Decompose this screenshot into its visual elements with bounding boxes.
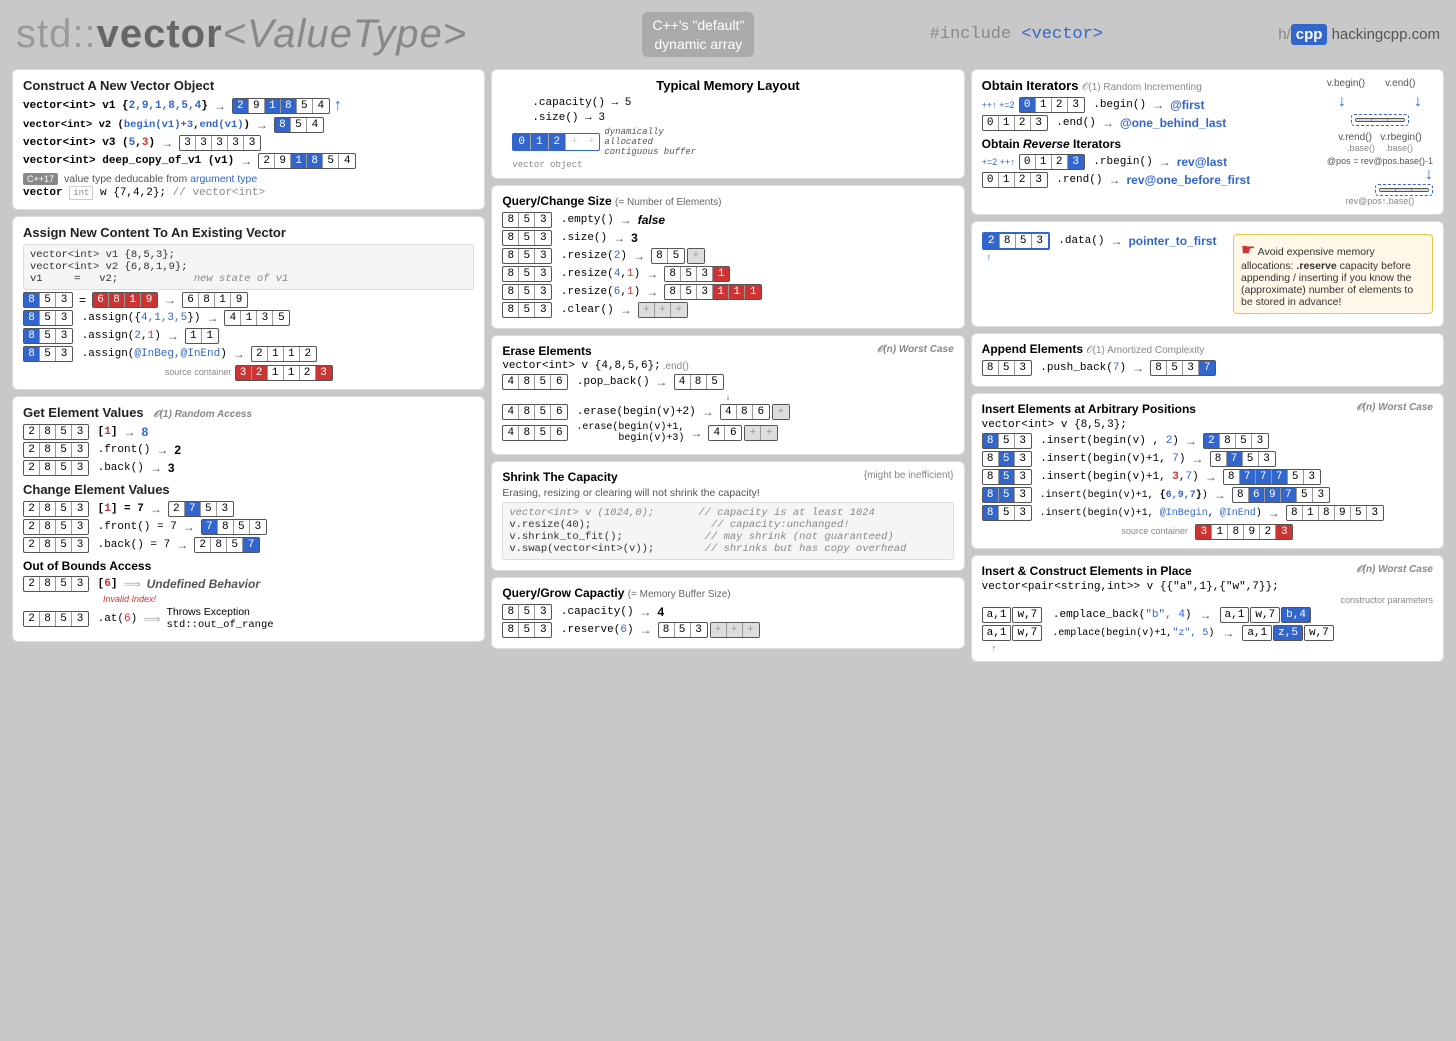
construct-title: Construct A New Vector Object [23,78,474,93]
dynamic-array-badge: C++'s "default" dynamic array [642,12,754,56]
assign-eq-row: 853 = 6819 → 6819 [23,292,474,308]
assign-count-row: 853 .assign(2,1) → 11 [23,328,474,344]
change-front-row: 2853 .front() = 7 → 7853 [23,519,474,535]
deduction-row: vector int w {7,4,2}; // vector<int> [23,187,474,199]
assign-panel: Assign New Content To An Existing Vector… [12,216,485,390]
emplace-back-row: a,1 w,7 .emplace_back("b", 4) → a,1 w,7 … [982,607,1433,623]
emplace-mid-row: a,1 w,7 .emplace(begin(v)+1,"z", 5) → a,… [982,625,1433,641]
insert-def: vector<int> v {8,5,3}; [982,419,1433,431]
header-title: std::vector<ValueType> [16,12,467,57]
insert-panel: Insert Elements at Arbitrary Positions 𝒪… [971,393,1444,549]
insert-iter-row: 853 .insert(begin(v)+1, @InBegin, @InEnd… [982,505,1433,521]
erase-vector-def: vector<int> v {4,8,5,6}; .end() [502,360,953,372]
warn-box: ☛ Avoid expensive memory allocations: .r… [1233,234,1433,314]
oob-index-row: 2853 [6] ⟹ Undefined Behavior [23,576,474,592]
change-index-row: 2853 [1] = 7 → 2753 [23,501,474,517]
assign-iter-row: 853 .assign(@InBeg,@InEnd) → 2112 [23,346,474,362]
get-panel: Get Element Values 𝒪(1) Random Access 28… [12,396,485,642]
include-text: #include <vector> [930,25,1103,44]
reserve-row: 853 .reserve(6) → 853 +++ [502,622,953,638]
get-title: Get Element Values 𝒪(1) Random Access [23,405,474,420]
iterators-panel: Obtain Iterators 𝒪(1) Random Incrementin… [971,69,1444,215]
shrink-panel: Shrink The Capacity {might be inefficien… [491,461,964,571]
v1-row: vector<int> v1 {2,9,1,8,5,4} → 291854 ↑ [23,97,474,115]
pushback-row: 853 .push_back(7) → 8537 [982,360,1433,376]
rend-row: 0123 .rend() → rev@one_before_first [982,172,1251,188]
insert-count-row: 853 .insert(begin(v)+1, 3,7) → 877753 [982,469,1433,485]
empty-row: 853 .empty() → false [502,212,953,228]
get-front-row: 2853 .front() → 2 [23,442,474,458]
resize2-row: 853 .resize(2) → 85 + [502,248,953,264]
resize61-row: 853 .resize(6,1) → 853111 [502,284,953,300]
append-panel: Append Elements 𝒪(1) Amortized Complexit… [971,333,1444,387]
shrink-code: vector<int> v (1024,0); // capacity is a… [502,502,953,560]
site-link: h/cpp hackingcpp.com [1278,26,1440,43]
get-back-row: 2853 .back() → 3 [23,460,474,476]
v2-row: vector<int> v2 (begin(v1)+3,end(v1)) → 8… [23,117,474,133]
assign-code: vector<int> v1 {8,5,3}; vector<int> v2 {… [23,244,474,290]
cpp17-row: C++17 value type deducable from argument… [23,173,474,185]
emplace-panel: Insert & Construct Elements in Place 𝒪(n… [971,555,1444,662]
size-row: 853 .size() → 3 [502,230,953,246]
erase-begin2-row: 4856 .erase(begin(v)+2) → 486 + [502,404,953,420]
insert-begin1-row: 853 .insert(begin(v)+1, 7) → 8753 [982,451,1433,467]
erase-range-row: 4856 .erase(begin(v)+1, begin(v)+3) → 46… [502,422,953,444]
header: std::vector<ValueType> C++'s "default" d… [8,8,1448,61]
resize41-row: 853 .resize(4,1) → 8531 [502,266,953,282]
construct-panel: Construct A New Vector Object vector<int… [12,69,485,210]
query-size-panel: Query/Change Size (= Number of Elements)… [491,185,964,329]
deepcopy-row: vector<int> deep_copy_of_v1 (v1) → 29185… [23,153,474,169]
capacity-row: 853 .capacity() → 4 [502,604,953,620]
popback-row: 4856 .pop_back() → 485 [502,374,953,390]
page: std::vector<ValueType> C++'s "default" d… [0,0,1456,1041]
memory-panel: Typical Memory Layout .capacity() → 5 .s… [491,69,964,179]
oob-at-row: 2853 .at(6) ⟹ Throws Exceptionstd::out_o… [23,606,474,631]
query-capacity-panel: Query/Grow Capactiy (= Memory Buffer Siz… [491,577,964,649]
insert-list-row: 853 .insert(begin(v)+1, {6,9,7}) → 86975… [982,487,1433,503]
get-index-row: 2853 [1] → 8 [23,424,474,440]
rbegin-row: +=2 ++↑ 0123 .rbegin() → rev@last [982,154,1251,170]
v3-row: vector<int> v3 (5,3) → 33333 [23,135,474,151]
end-row: 0123 .end() → @one_behind_last [982,115,1251,131]
data-row: 2853 .data() → pointer_to_first [982,232,1217,250]
insert-begin-row: 853 .insert(begin(v) , 2) → 2853 [982,433,1433,449]
assign-list-row: 853 .assign({4,1,3,5}) → 4135 [23,310,474,326]
change-title: Change Element Values [23,482,474,497]
clear-row: 853 .clear() → +++ [502,302,953,318]
emplace-def: vector<pair<string,int>> v {{"a",1},{"w"… [982,581,1433,593]
data-panel: 2853 .data() → pointer_to_first ↑ ☛ Avoi… [971,221,1444,327]
change-back-row: 2853 .back() = 7 → 2857 [23,537,474,553]
begin-row: ++↑ +=2 0123 .begin() → @first [982,97,1251,113]
assign-title: Assign New Content To An Existing Vector [23,225,474,240]
main-grid: Construct A New Vector Object vector<int… [8,69,1448,662]
erase-panel: Erase Elements 𝒪(n) Worst Case vector<in… [491,335,964,455]
